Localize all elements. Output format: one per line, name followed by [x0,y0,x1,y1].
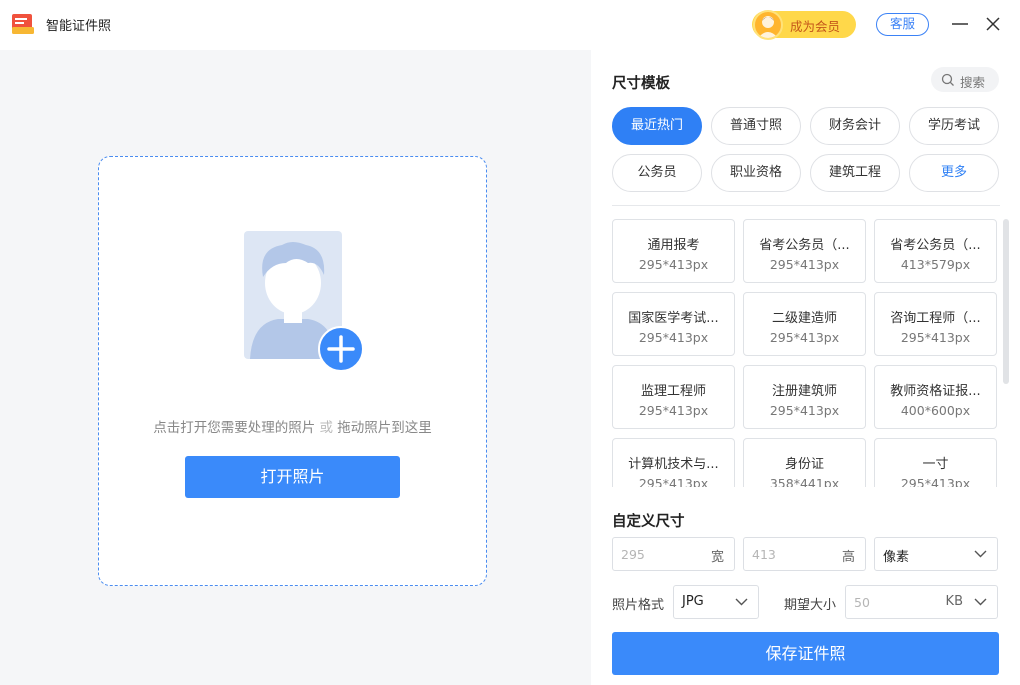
chevron-down-icon [735,598,748,606]
template-name: 通用报考 [647,238,700,253]
template-size: 295*413px [638,403,709,418]
category-chip-accounting[interactable]: 财务会计 [810,107,900,145]
template-card[interactable]: 二级建造师 295*413px [743,292,866,356]
template-search-button[interactable]: 搜索 [931,67,999,92]
title-bar: 智能证件照 成为会员 客服 [0,0,1020,50]
size-template-title: 尺寸模板 [612,76,670,92]
template-size: 400*600px [900,403,971,418]
template-name: 国家医学考试... [628,311,719,326]
unit-select[interactable]: 像素 [874,537,998,571]
member-avatar-icon [753,10,783,40]
template-name: 教师资格证报... [890,384,981,399]
drop-hint-text: 点击打开您需要处理的照片 或 拖动照片到这里 [99,416,486,436]
width-unit-label: 宽 [710,550,724,565]
category-chip-standard[interactable]: 普通寸照 [711,107,801,145]
drop-hint-part1: 点击打开您需要处理的照片 [153,420,316,436]
app-logo-icon [12,14,34,34]
become-member-button[interactable]: 成为会员 [752,10,856,40]
template-size: 295*413px [638,476,709,487]
template-card[interactable]: 监理工程师 295*413px [612,365,735,429]
app-title: 智能证件照 [46,19,112,34]
template-size: 295*413px [900,476,971,487]
template-name: 监理工程师 [640,384,706,399]
template-size: 413*579px [900,257,971,272]
template-card[interactable]: 教师资格证报... 400*600px [874,365,997,429]
template-card-list: 通用报考 295*413px 省考公务员（... 295*413px 省考公务员… [612,217,1008,487]
template-card[interactable]: 计算机技术与... 295*413px [612,438,735,487]
template-card[interactable]: 注册建筑师 295*413px [743,365,866,429]
template-size: 358*441px [769,476,840,487]
customer-service-button[interactable]: 客服 [876,13,929,36]
unit-select-value: 像素 [883,550,910,565]
template-size: 295*413px [638,330,709,345]
minimize-icon[interactable] [950,14,970,34]
template-list-scrollbar[interactable] [1003,219,1009,384]
save-photo-button[interactable]: 保存证件照 [612,632,999,675]
template-name: 二级建造师 [771,311,837,326]
search-label: 搜索 [960,75,986,90]
height-unit-label: 高 [841,550,855,565]
photo-workspace: 点击打开您需要处理的照片 或 拖动照片到这里 打开照片 [0,50,591,685]
drop-hint-part2: 拖动照片到这里 [337,420,432,436]
close-icon[interactable] [983,14,1003,34]
template-size: 295*413px [769,403,840,418]
template-size: 295*413px [769,330,840,345]
template-card[interactable]: 咨询工程师（... 295*413px [874,292,997,356]
add-photo-placeholder-icon[interactable] [244,231,368,376]
drop-hint-or: 或 [319,420,334,436]
chevron-down-icon[interactable] [974,598,987,606]
template-name: 计算机技术与... [628,457,719,472]
file-size-unit: KB [945,594,963,609]
template-card[interactable]: 国家医学考试... 295*413px [612,292,735,356]
template-name: 身份证 [784,457,824,472]
file-size-input[interactable]: 50 KB [845,585,998,619]
category-chip-hot[interactable]: 最近热门 [612,107,702,145]
height-placeholder: 413 [752,547,776,562]
format-select-value: JPG [682,594,704,609]
custom-size-title: 自定义尺寸 [612,514,685,530]
template-size: 295*413px [638,257,709,272]
category-chip-construction[interactable]: 建筑工程 [810,154,900,192]
settings-panel: 尺寸模板 搜索 最近热门 普通寸照 财务会计 学历考试 公务员 职业资格 建筑工… [591,50,1020,685]
template-name: 省考公务员（... [890,238,981,253]
size-label: 期望大小 [784,598,837,613]
template-card[interactable]: 省考公务员（... 295*413px [743,219,866,283]
width-placeholder: 295 [621,547,645,562]
open-photo-button[interactable]: 打开照片 [185,456,400,498]
category-chip-education-exam[interactable]: 学历考试 [909,107,999,145]
chevron-down-icon [974,550,987,558]
category-chip-qualification[interactable]: 职业资格 [711,154,801,192]
template-card[interactable]: 一寸 295*413px [874,438,997,487]
format-select[interactable]: JPG [673,585,759,619]
template-card[interactable]: 身份证 358*441px [743,438,866,487]
divider [612,205,1000,206]
become-member-label: 成为会员 [790,19,841,34]
template-name: 注册建筑师 [771,384,837,399]
template-name: 咨询工程师（... [890,311,981,326]
template-name: 省考公务员（... [759,238,850,253]
category-chip-more[interactable]: 更多 [909,154,999,192]
search-icon [941,73,954,86]
template-card[interactable]: 省考公务员（... 413*579px [874,219,997,283]
template-name: 一寸 [922,457,949,472]
category-chip-civil-servant[interactable]: 公务员 [612,154,702,192]
width-input[interactable]: 295 宽 [612,537,735,571]
format-label: 照片格式 [612,598,665,613]
photo-drop-zone[interactable]: 点击打开您需要处理的照片 或 拖动照片到这里 打开照片 [98,156,487,586]
height-input[interactable]: 413 高 [743,537,866,571]
template-size: 295*413px [900,330,971,345]
template-card[interactable]: 通用报考 295*413px [612,219,735,283]
file-size-placeholder: 50 [854,595,870,610]
template-size: 295*413px [769,257,840,272]
